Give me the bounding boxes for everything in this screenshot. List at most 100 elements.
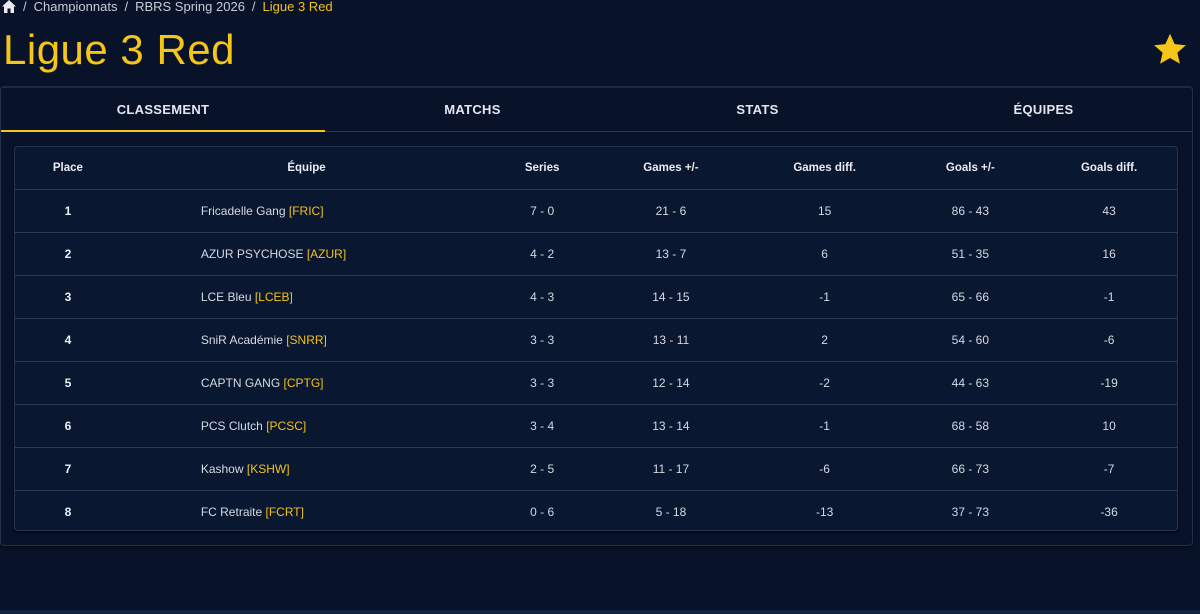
- cell-team[interactable]: PCS Clutch [PCSC]: [120, 404, 493, 448]
- cell-team[interactable]: FC Retraite [FCRT]: [121, 490, 492, 533]
- table-row[interactable]: 8 FC Retraite [FCRT] 0 - 6 5 - 18 -13 37…: [15, 490, 1177, 533]
- cell-place: 6: [15, 404, 121, 448]
- cell-goals: 37 - 73: [951, 504, 990, 519]
- header-goals[interactable]: Goals +/-: [899, 147, 1042, 190]
- table-row[interactable]: 4 SniR Académie [SNRR] 3 - 3 13 - 11 2 5…: [15, 318, 1177, 362]
- breadcrumb-item-season[interactable]: RBRS Spring 2026: [135, 0, 245, 14]
- standings-table: Place Équipe Series Games +/- Games diff…: [15, 147, 1177, 533]
- table-row[interactable]: 6 PCS Clutch [PCSC] 3 - 4 13 - 14 -1 68 …: [15, 404, 1177, 448]
- team-tag: [SNRR]: [286, 332, 327, 347]
- tab-stats[interactable]: STATS: [620, 88, 895, 131]
- home-icon[interactable]: [2, 0, 16, 13]
- cell-series: 4 - 3: [492, 275, 593, 319]
- breadcrumb-item-championnats[interactable]: Championnats: [34, 0, 118, 14]
- page-title: Ligue 3 Red: [3, 26, 236, 73]
- table-row[interactable]: 2 AZUR PSYCHOSE [AZUR] 4 - 2 13 - 7 6 51…: [15, 232, 1177, 276]
- cell-place: 3: [15, 275, 121, 319]
- page-footer-line: [0, 610, 1200, 614]
- tab-matchs[interactable]: MATCHS: [325, 88, 620, 131]
- tab-label: CLASSEMENT: [116, 102, 210, 117]
- team-tag: [CPTG]: [283, 375, 324, 390]
- standings-panel: CLASSEMENT MATCHS STATS ÉQUIPES Place Éq…: [0, 86, 1193, 546]
- cell-games: 11 - 17: [592, 447, 750, 491]
- cell-games: 13 - 14: [592, 404, 750, 448]
- breadcrumb: / Championnats / RBRS Spring 2026 / Ligu…: [2, 0, 333, 15]
- cell-series: 4 - 2: [492, 232, 593, 276]
- cell-place: 8: [64, 504, 72, 519]
- team-name: CAPTN GANG: [200, 375, 281, 390]
- cell-goals-diff: 43: [1041, 189, 1177, 233]
- header-games[interactable]: Games +/-: [592, 147, 750, 190]
- team-tag: [FCRT]: [265, 504, 304, 519]
- breadcrumb-separator: /: [124, 0, 129, 14]
- cell-series: 2 - 5: [492, 447, 593, 491]
- cell-games-diff: 2: [749, 318, 900, 362]
- cell-goals-diff: -19: [1041, 361, 1177, 405]
- tab-equipes[interactable]: ÉQUIPES: [895, 88, 1192, 131]
- cell-team[interactable]: LCE Bleu [LCEB]: [120, 275, 493, 319]
- cell-games-diff: 15: [749, 189, 900, 233]
- table-row[interactable]: 1 Fricadelle Gang [FRIC] 7 - 0 21 - 6 15…: [15, 189, 1177, 233]
- cell-games: 21 - 6: [592, 189, 750, 233]
- cell-goals-diff: 16: [1041, 232, 1177, 276]
- cell-series: 7 - 0: [492, 189, 593, 233]
- table-header-row: Place Équipe Series Games +/- Games diff…: [15, 147, 1177, 190]
- cell-place: 7: [15, 447, 121, 491]
- team-name: AZUR PSYCHOSE: [200, 246, 304, 261]
- team-tag: [KSHW]: [246, 461, 290, 476]
- cell-goals-diff: -36: [1100, 504, 1118, 519]
- tab-classement[interactable]: CLASSEMENT: [1, 88, 325, 132]
- cell-games: 13 - 7: [592, 232, 750, 276]
- tab-bar: CLASSEMENT MATCHS STATS ÉQUIPES: [1, 88, 1192, 132]
- tab-label: ÉQUIPES: [1013, 102, 1074, 117]
- cell-games-diff: -13: [815, 504, 834, 519]
- cell-games: 5 - 18: [655, 504, 687, 519]
- table-row[interactable]: 5 CAPTN GANG [CPTG] 3 - 3 12 - 14 -2 44 …: [15, 361, 1177, 405]
- team-name: SniR Académie: [200, 332, 283, 347]
- cell-series: 3 - 3: [492, 361, 593, 405]
- cell-goals: 65 - 66: [899, 275, 1042, 319]
- breadcrumb-separator: /: [23, 0, 27, 14]
- cell-team[interactable]: CAPTN GANG [CPTG]: [120, 361, 493, 405]
- cell-games-diff: -2: [749, 361, 900, 405]
- cell-team[interactable]: Fricadelle Gang [FRIC]: [120, 189, 493, 233]
- cell-goals: 66 - 73: [899, 447, 1042, 491]
- cell-goals: 68 - 58: [899, 404, 1042, 448]
- cell-series: 3 - 4: [492, 404, 593, 448]
- cell-goals: 44 - 63: [899, 361, 1042, 405]
- cell-goals-diff: 10: [1041, 404, 1177, 448]
- cell-games-diff: -6: [749, 447, 900, 491]
- cell-games: 14 - 15: [592, 275, 750, 319]
- header-team[interactable]: Équipe: [120, 147, 493, 190]
- cell-team[interactable]: AZUR PSYCHOSE [AZUR]: [120, 232, 493, 276]
- cell-games-diff: -1: [749, 404, 900, 448]
- cell-team[interactable]: Kashow [KSHW]: [120, 447, 493, 491]
- cell-goals-diff: -1: [1041, 275, 1177, 319]
- breadcrumb-current: Ligue 3 Red: [262, 0, 333, 14]
- cell-goals: 54 - 60: [899, 318, 1042, 362]
- standings-table-card: Place Équipe Series Games +/- Games diff…: [14, 146, 1178, 531]
- cell-series: 0 - 6: [530, 504, 555, 519]
- team-name: Kashow: [200, 461, 244, 476]
- star-icon[interactable]: [1151, 32, 1189, 68]
- tab-label: STATS: [736, 102, 779, 117]
- header-games-diff[interactable]: Games diff.: [749, 147, 900, 190]
- cell-goals: 51 - 35: [899, 232, 1042, 276]
- cell-goals-diff: -6: [1041, 318, 1177, 362]
- team-tag: [LCEB]: [254, 289, 293, 304]
- tab-label: MATCHS: [444, 102, 501, 117]
- cell-place: 1: [15, 189, 121, 233]
- cell-games: 13 - 11: [592, 318, 750, 362]
- team-name: Fricadelle Gang: [200, 203, 286, 218]
- header-series[interactable]: Series: [492, 147, 593, 190]
- cell-team[interactable]: SniR Académie [SNRR]: [120, 318, 493, 362]
- header-goals-diff[interactable]: Goals diff.: [1041, 147, 1177, 190]
- team-name: FC Retraite: [200, 504, 263, 519]
- header-place[interactable]: Place: [15, 147, 121, 190]
- table-row[interactable]: 7 Kashow [KSHW] 2 - 5 11 - 17 -6 66 - 73…: [15, 447, 1177, 491]
- cell-place: 5: [15, 361, 121, 405]
- cell-goals-diff: -7: [1041, 447, 1177, 491]
- table-row[interactable]: 3 LCE Bleu [LCEB] 4 - 3 14 - 15 -1 65 - …: [15, 275, 1177, 319]
- cell-place: 2: [15, 232, 121, 276]
- team-tag: [PCSC]: [266, 418, 307, 433]
